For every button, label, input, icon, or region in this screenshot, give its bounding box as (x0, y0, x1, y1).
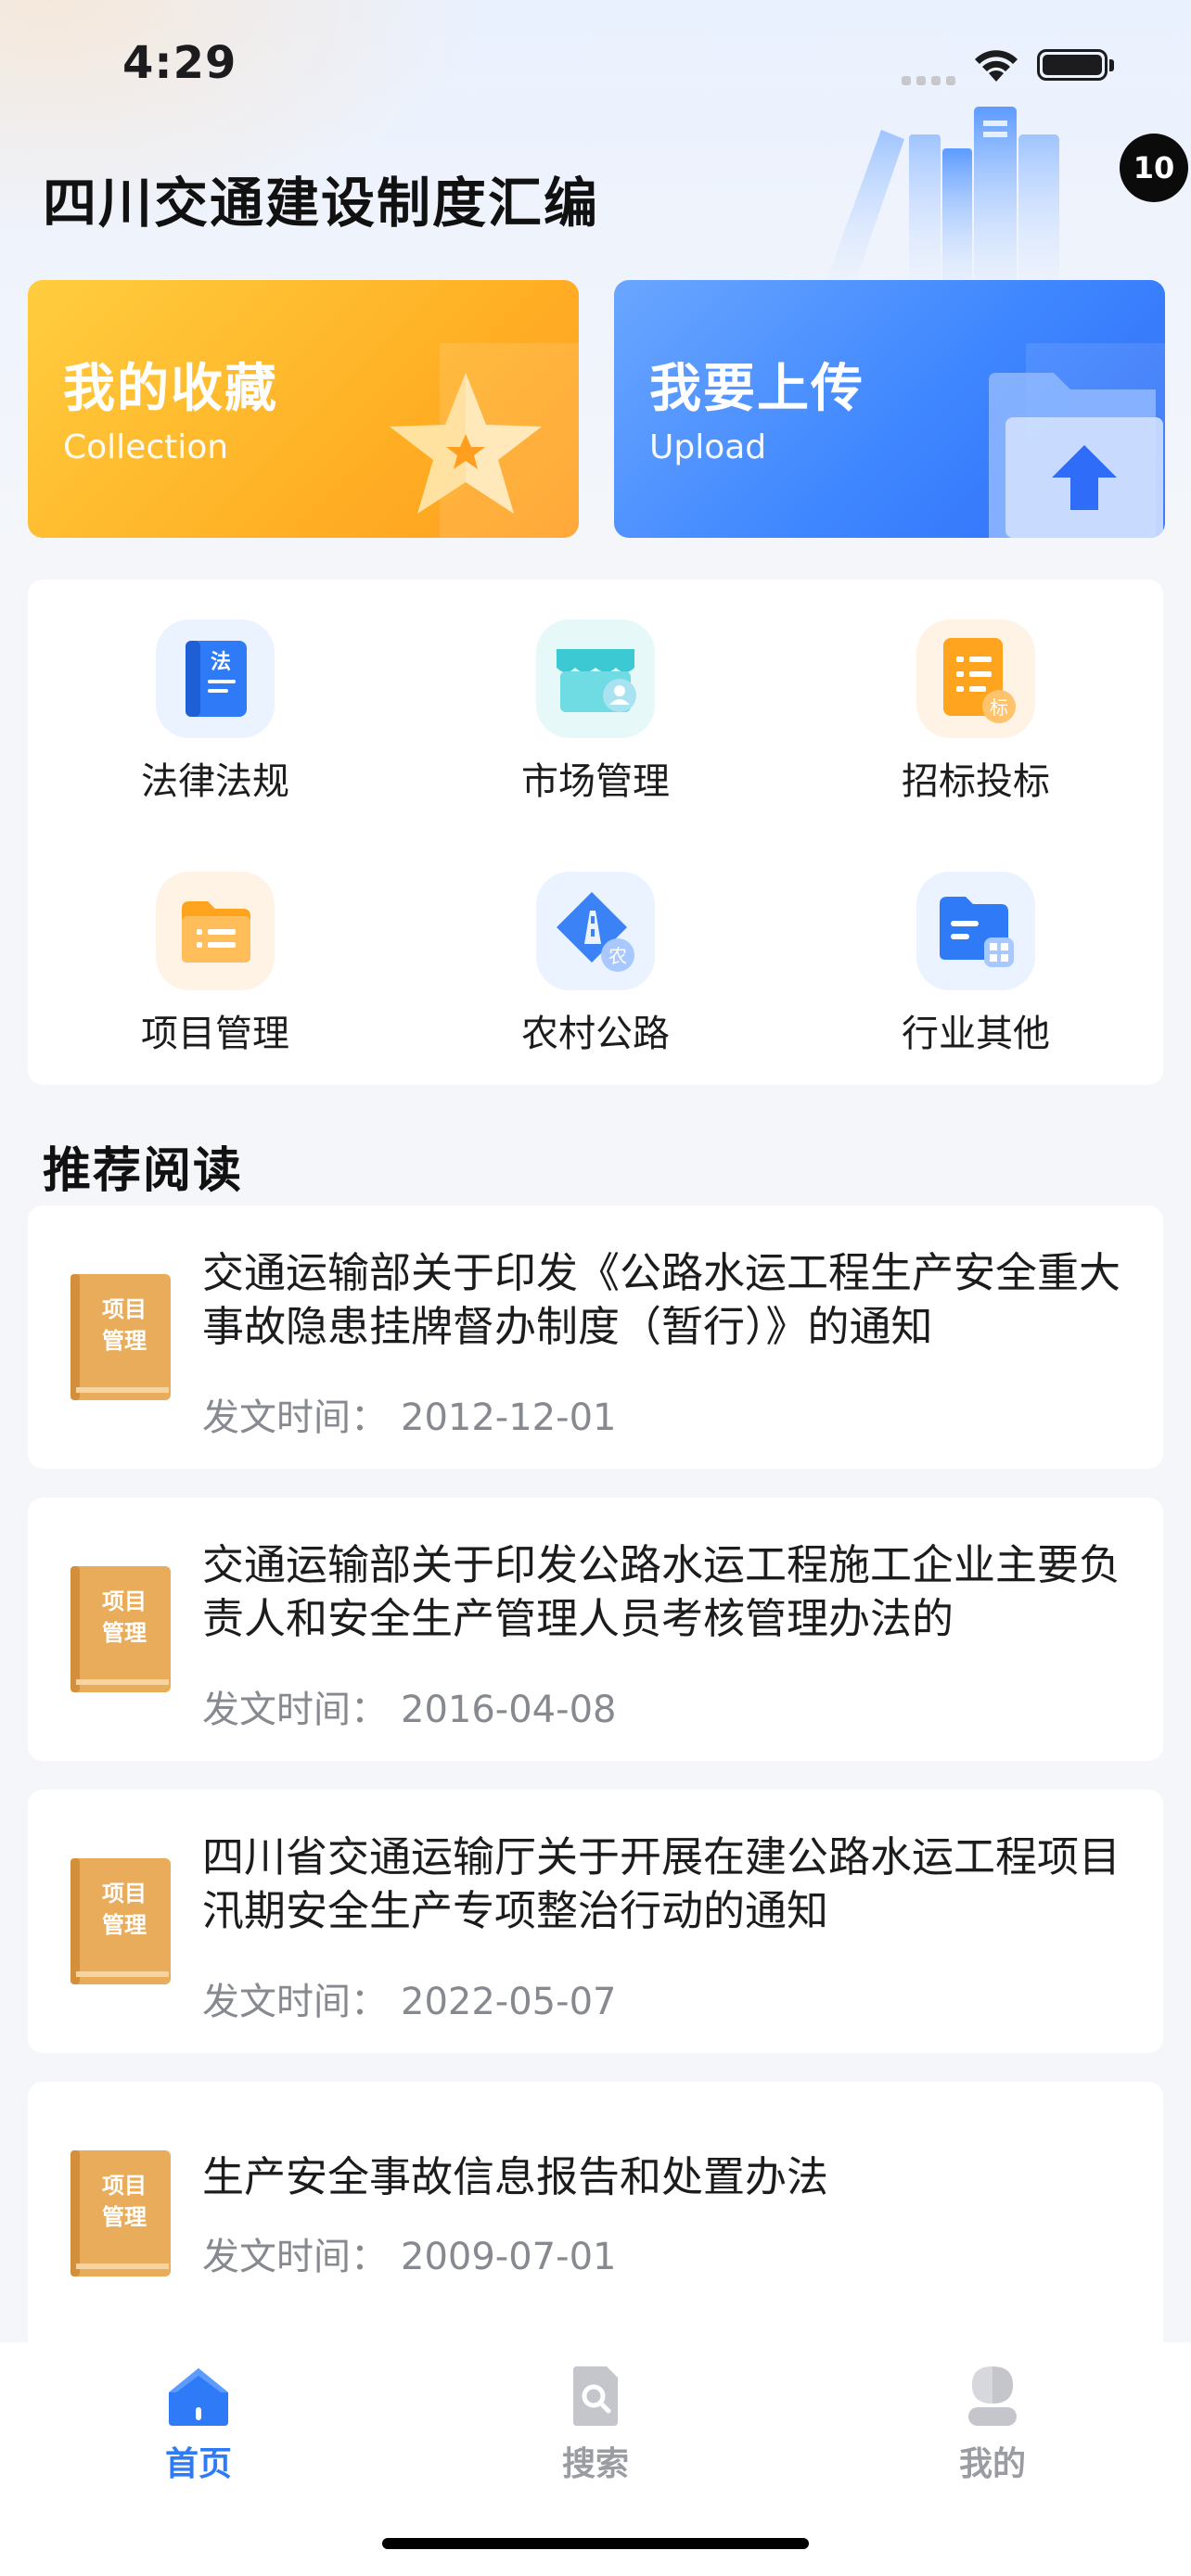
upload-subtitle: Upload (649, 428, 767, 466)
article-date: 2016-04-08 (401, 1689, 617, 1731)
upload-folder-icon (989, 343, 1165, 538)
bidding-doc-icon: 标 (916, 619, 1035, 738)
rural-road-icon: 农 (536, 872, 655, 990)
category-bidding[interactable]: 标 招标投标 (837, 619, 1115, 805)
article-title: 交通运输部关于印发《公路水运工程生产安全重大事故隐患挂牌督办制度（暂行）》的通知 (202, 1248, 1121, 1351)
book-label-line2: 管理 (102, 1620, 147, 1646)
book-label-line1: 项目 (102, 2173, 147, 2199)
project-book-icon: 项目 管理 (70, 1566, 171, 1692)
date-label: 发文时间： (202, 2236, 388, 2278)
user-icon (968, 2366, 1017, 2426)
category-rural-road[interactable]: 农 农村公路 (456, 872, 735, 1057)
notification-badge[interactable]: 10 (1120, 134, 1188, 202)
date-label: 发文时间： (202, 1689, 388, 1731)
upload-title: 我要上传 (649, 359, 864, 419)
tab-search[interactable]: 搜索 (503, 2365, 688, 2485)
article-date: 2022-05-07 (401, 1981, 617, 2023)
bidding-glyph: 标 (990, 696, 1008, 719)
rural-glyph: 农 (608, 945, 627, 967)
law-book-icon: 法 (156, 619, 275, 738)
books-illustration (826, 107, 1059, 287)
book-label-line2: 管理 (102, 1328, 147, 1354)
article-title: 交通运输部关于印发公路水运工程施工企业主要负责人和安全生产管理人员考核管理办法的 (202, 1540, 1121, 1643)
book-label-line1: 项目 (102, 1588, 147, 1614)
book-label-line2: 管理 (102, 1912, 147, 1938)
date-label: 发文时间： (202, 1981, 388, 2023)
book-label-line2: 管理 (102, 2204, 147, 2230)
project-book-icon: 项目 管理 (70, 1858, 171, 1984)
market-store-icon (536, 619, 655, 738)
category-label: 农村公路 (521, 1013, 670, 1055)
battery-tip (1109, 59, 1114, 71)
article-date: 2009-07-01 (401, 2236, 617, 2278)
tab-mine-label: 我的 (958, 2445, 1026, 2483)
book-label-line1: 项目 (102, 1296, 147, 1322)
star-icon (390, 343, 579, 538)
project-book-icon: 项目 管理 (70, 2150, 171, 2276)
category-label: 行业其他 (902, 1013, 1050, 1055)
category-label: 招标投标 (902, 760, 1050, 803)
tab-home-label: 首页 (164, 2445, 232, 2483)
article-card[interactable]: 项目 管理 生产安全事故信息报告和处置办法 发文时间： 2009-07-01 (28, 2082, 1163, 2360)
home-indicator (382, 2538, 809, 2549)
collection-title: 我的收藏 (63, 359, 278, 419)
industry-other-icon (916, 872, 1035, 990)
article-title: 生产安全事故信息报告和处置办法 (202, 2152, 829, 2201)
app-title: 四川交通建设制度汇编 (43, 172, 600, 235)
category-label: 项目管理 (141, 1013, 289, 1055)
tab-home[interactable]: 首页 (106, 2365, 291, 2485)
status-time: 4:29 (122, 37, 237, 89)
article-date-row: 发文时间： 2012-12-01 (202, 1387, 616, 1441)
article-card[interactable]: 项目 管理 交通运输部关于印发公路水运工程施工企业主要负责人和安全生产管理人员考… (28, 1498, 1163, 1761)
collection-subtitle: Collection (63, 428, 229, 466)
cellular-signal-icon (902, 76, 955, 85)
project-folder-icon (156, 872, 275, 990)
article-date-row: 发文时间： 2016-04-08 (202, 1679, 616, 1733)
category-label: 市场管理 (521, 760, 670, 803)
wifi-icon (975, 50, 1018, 82)
tab-search-label: 搜索 (561, 2445, 629, 2483)
law-glyph: 法 (211, 651, 231, 674)
category-label: 法律法规 (141, 760, 289, 803)
home-icon (169, 2368, 228, 2426)
article-card[interactable]: 项目 管理 交通运输部关于印发《公路水运工程生产安全重大事故隐患挂牌督办制度（暂… (28, 1205, 1163, 1469)
article-title: 四川省交通运输厅关于开展在建公路水运工程项目汛期安全生产专项整治行动的通知 (202, 1832, 1121, 1935)
book-label-line1: 项目 (102, 1881, 147, 1906)
category-market[interactable]: 市场管理 (456, 619, 735, 805)
project-book-icon: 项目 管理 (70, 1274, 171, 1400)
category-industry-other[interactable]: 行业其他 (837, 872, 1115, 1057)
article-date-row: 发文时间： 2009-07-01 (202, 2226, 616, 2280)
battery-icon (1037, 49, 1108, 81)
recommend-section-title: 推荐阅读 (43, 1143, 244, 1199)
tab-mine[interactable]: 我的 (900, 2365, 1085, 2485)
date-label: 发文时间： (202, 1396, 388, 1439)
category-law[interactable]: 法 法律法规 (76, 619, 354, 805)
article-card[interactable]: 项目 管理 四川省交通运输厅关于开展在建公路水运工程项目汛期安全生产专项整治行动… (28, 1790, 1163, 2053)
category-project[interactable]: 项目管理 (76, 872, 354, 1057)
collection-card[interactable]: 我的收藏 Collection (28, 280, 579, 538)
upload-card[interactable]: 我要上传 Upload (614, 280, 1165, 538)
article-date: 2012-12-01 (401, 1396, 617, 1439)
search-icon (573, 2366, 618, 2426)
article-date-row: 发文时间： 2022-05-07 (202, 1971, 616, 2025)
